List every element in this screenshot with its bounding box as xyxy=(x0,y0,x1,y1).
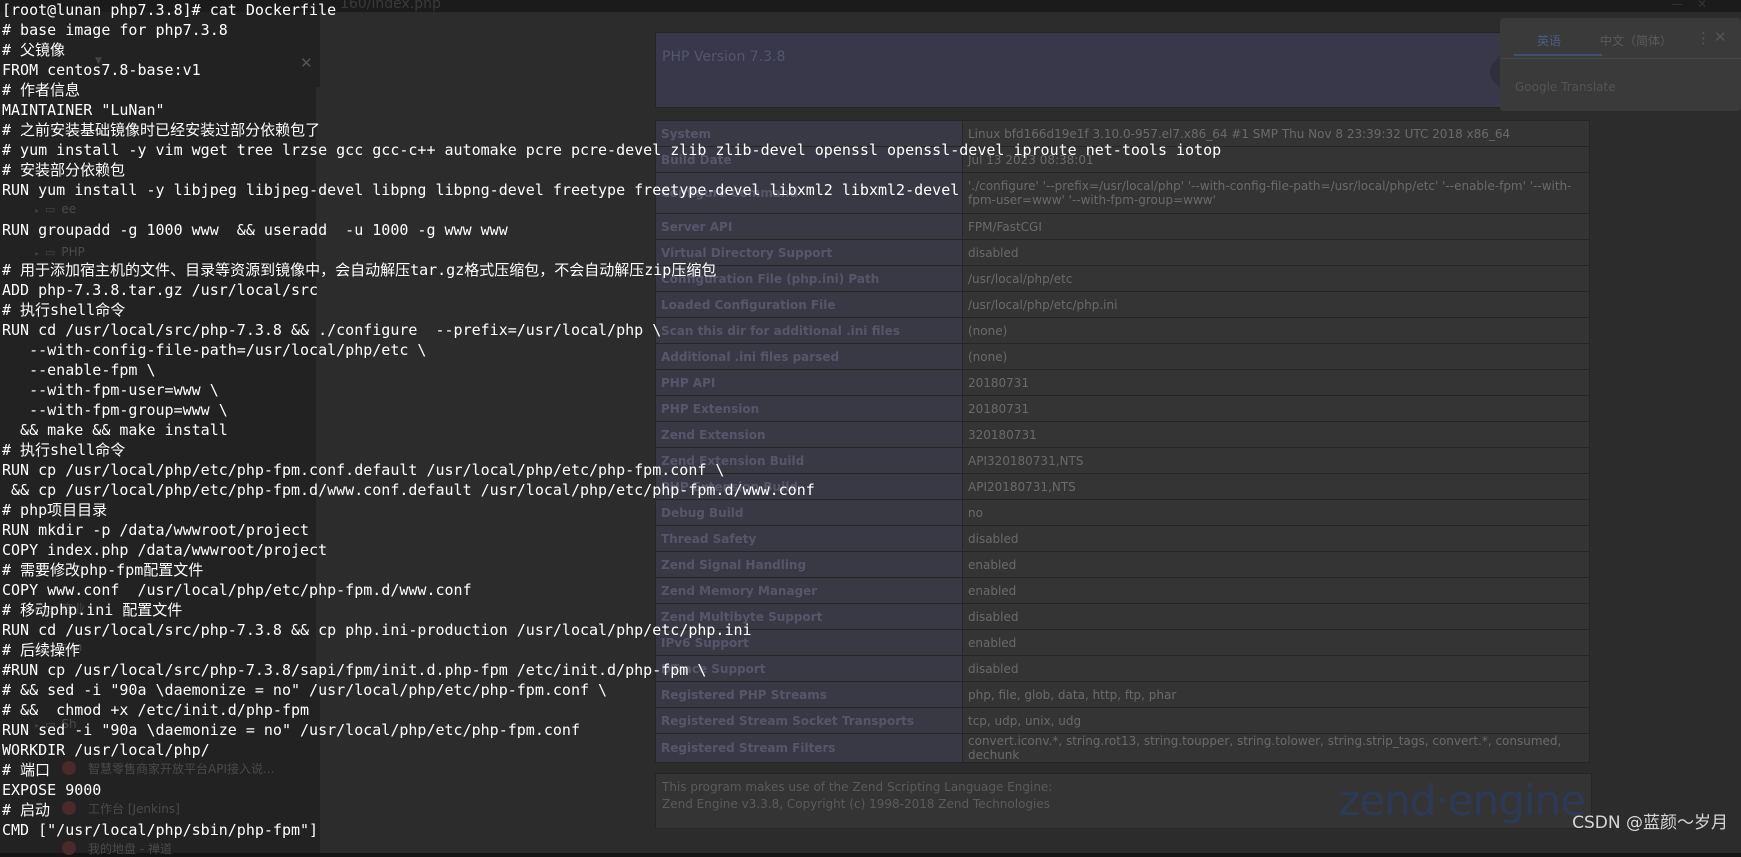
terminal-line: --enable-fpm \ xyxy=(2,361,156,379)
terminal-line: RUN groupadd -g 1000 www && useradd -u 1… xyxy=(2,221,508,239)
terminal-line: RUN cd /usr/local/src/php-7.3.8 && ./con… xyxy=(2,321,662,339)
translate-target-language-tab[interactable]: 中文（简体） xyxy=(1600,32,1672,49)
terminal-line: # 父镜像 xyxy=(2,41,66,59)
terminal-line: # 启动 xyxy=(2,801,51,819)
terminal-output[interactable]: [root@lunan php7.3.8]# cat Dockerfile # b… xyxy=(2,0,1221,840)
terminal-line: # 端口 xyxy=(2,761,51,779)
terminal-line: ADD php-7.3.8.tar.gz /usr/local/src xyxy=(2,281,319,299)
terminal-line: COPY www.conf /usr/local/php/etc/php-fpm… xyxy=(2,581,472,599)
terminal-line: RUN mkdir -p /data/wwwroot/project xyxy=(2,521,310,539)
close-window-icon[interactable]: ✕ xyxy=(1697,0,1721,11)
terminal-line: # 用于添加宿主机的文件、目录等资源到镜像中，会自动解压tar.gz格式压缩包，… xyxy=(2,261,717,279)
terminal-line: && cp /usr/local/php/etc/php-fpm.d/www.c… xyxy=(2,481,815,499)
terminal-line: MAINTAINER "LuNan" xyxy=(2,101,165,119)
terminal-line: # 移动php.ini 配置文件 xyxy=(2,601,183,619)
terminal-line: RUN yum install -y libjpeg libjpeg-devel… xyxy=(2,181,960,199)
translate-source-language-tab[interactable]: 英语 xyxy=(1537,32,1561,49)
terminal-line: # 执行shell命令 xyxy=(2,441,126,459)
terminal-line: --with-config-file-path=/usr/local/php/e… xyxy=(2,341,427,359)
terminal-line: # && chmod +x /etc/init.d/php-fpm xyxy=(2,701,310,719)
terminal-line: # base image for php7.3.8 xyxy=(2,21,228,39)
minimize-icon[interactable]: — xyxy=(1671,0,1697,11)
zend-engine-logo: zend·engine xyxy=(1338,776,1586,825)
terminal-line: # 后续操作 xyxy=(2,641,81,659)
google-translate-brand: Google Translate xyxy=(1515,80,1616,94)
terminal-line: # 作者信息 xyxy=(2,81,81,99)
terminal-line: # 之前安装基础镜像时已经安装过部分依赖包了 xyxy=(2,121,321,139)
terminal-line: # 安装部分依赖包 xyxy=(2,161,126,179)
terminal-line: COPY index.php /data/wwwroot/project xyxy=(2,541,328,559)
terminal-line: && make && make install xyxy=(2,421,228,439)
terminal-line: RUN cd /usr/local/src/php-7.3.8 && cp ph… xyxy=(2,621,752,639)
terminal-line: # yum install -y vim wget tree lrzse gcc… xyxy=(2,141,1222,159)
terminal-line: # 执行shell命令 xyxy=(2,301,126,319)
terminal-line: WORKDIR /usr/local/php/ xyxy=(2,741,210,759)
terminal-line: CMD ["/usr/local/php/sbin/php-fpm"] xyxy=(2,821,319,839)
terminal-line: # php项目目录 xyxy=(2,501,108,519)
terminal-line: # && sed -i "90a \daemonize = no" /usr/l… xyxy=(2,681,608,699)
terminal-line: [root@lunan php7.3.8]# cat Dockerfile xyxy=(2,1,337,19)
selected-tab-indicator xyxy=(1514,54,1602,56)
csdn-watermark: CSDN @蓝颜～岁月 xyxy=(1572,813,1728,833)
terminal-line: EXPOSE 9000 xyxy=(2,781,102,799)
sidebar-item[interactable]: 我的地盘 - 禅道 xyxy=(62,840,172,857)
terminal-line: --with-fpm-user=www \ xyxy=(2,381,219,399)
terminal-line: RUN cp /usr/local/php/etc/php-fpm.conf.d… xyxy=(2,461,725,479)
terminal-line: #RUN cp /usr/local/src/php-7.3.8/sapi/fp… xyxy=(2,661,707,679)
more-options-icon[interactable]: ⋮ xyxy=(1696,29,1711,47)
divider xyxy=(1500,58,1741,59)
terminal-line: # 需要修改php-fpm配置文件 xyxy=(2,561,204,579)
sidebar-item-label: 我的地盘 - 禅道 xyxy=(88,842,172,856)
google-translate-popup: 英语 中文（简体） ⋮ ✕ Google Translate xyxy=(1500,18,1741,111)
terminal-line: --with-fpm-group=www \ xyxy=(2,401,228,419)
window-controls: —✕ xyxy=(1671,0,1721,11)
close-icon[interactable]: ✕ xyxy=(1714,28,1727,46)
terminal-line: RUN sed -i "90a \daemonize = no" /usr/lo… xyxy=(2,721,580,739)
terminal-line: FROM centos7.8-base:v1 xyxy=(2,61,201,79)
